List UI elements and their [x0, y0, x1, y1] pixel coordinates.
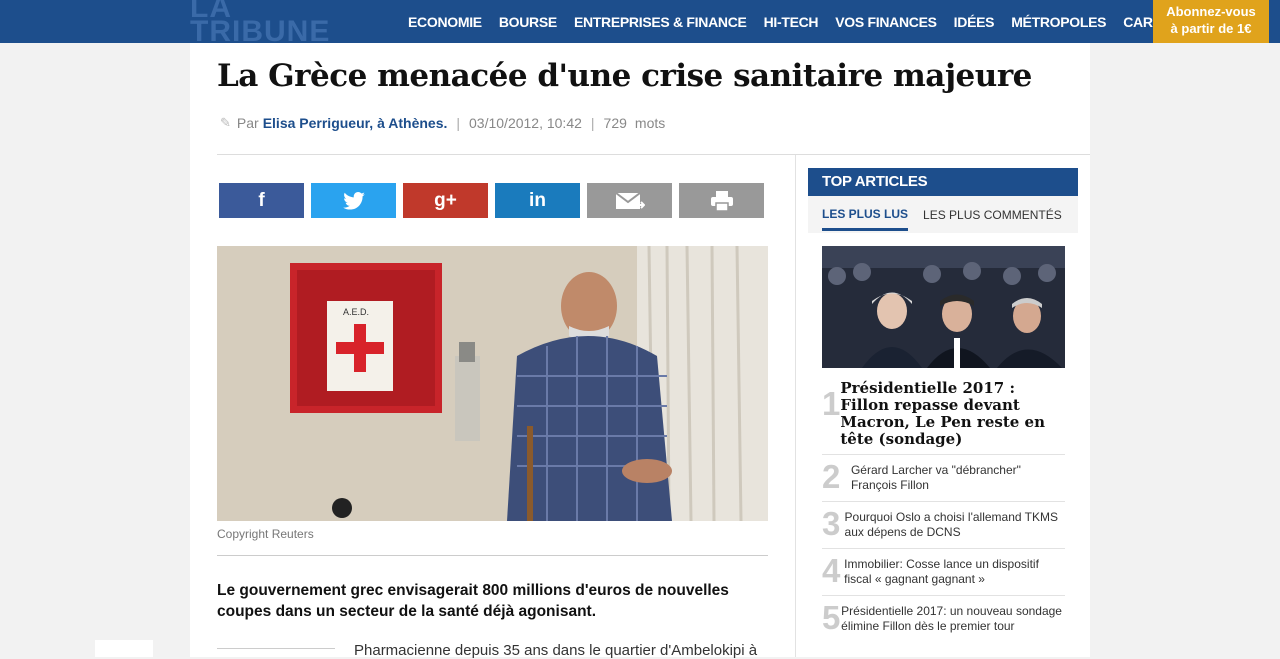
tab-most-read[interactable]: LES PLUS LUS	[822, 199, 909, 231]
pen-icon: ✎	[220, 115, 231, 130]
twitter-share-button[interactable]	[311, 183, 396, 218]
subscribe-line-1: Abonnez-vous	[1166, 4, 1256, 19]
nav-metropoles[interactable]: MÉTROPOLES	[1011, 14, 1106, 30]
byline-separator: |	[590, 115, 595, 131]
sidebar-tabs: LES PLUS LUS LES PLUS COMMENTÉS	[808, 196, 1078, 233]
top-article-item[interactable]: 2 Gérard Larcher va "débrancher" Françoi…	[822, 455, 1065, 502]
top-bar: LA TRIBUNE ECONOMIE BOURSE ENTREPRISES &…	[0, 0, 1280, 43]
rank-number: 3	[822, 505, 841, 542]
linkedin-icon: in	[529, 189, 546, 211]
top-article-item[interactable]: 1 Présidentielle 2017 : Fillon repasse d…	[822, 374, 1065, 455]
rank-number: 1	[822, 385, 841, 422]
aed-label: A.E.D.	[343, 307, 369, 317]
top-article-title[interactable]: Présidentielle 2017 : Fillon repasse dev…	[840, 378, 1065, 448]
print-button[interactable]	[679, 183, 764, 218]
printer-icon	[710, 190, 733, 212]
publish-date: 03/10/2012, 10:42	[469, 115, 582, 131]
top-article-item[interactable]: 5 Présidentielle 2017: un nouveau sondag…	[822, 596, 1065, 642]
top-articles-list: 1 Présidentielle 2017 : Fillon repasse d…	[822, 374, 1065, 642]
article-container: La Grèce menacée d'une crise sanitaire m…	[190, 43, 1090, 659]
top-article-title[interactable]: Présidentielle 2017: un nouveau sondage …	[841, 600, 1065, 636]
word-count: 729	[603, 115, 627, 131]
corner-widget[interactable]	[95, 640, 153, 657]
rank-number: 4	[822, 552, 841, 589]
column-divider	[795, 155, 796, 657]
article-title: La Grèce menacée d'une crise sanitaire m…	[217, 58, 1032, 94]
rank-number: 2	[822, 458, 841, 495]
email-icon	[614, 191, 645, 209]
top-article-photo[interactable]	[822, 246, 1065, 368]
top-article-title[interactable]: Pourquoi Oslo a choisi l'allemand TKMS a…	[845, 506, 1065, 542]
nav-idees[interactable]: IDÉES	[954, 14, 995, 30]
divider	[217, 648, 335, 649]
share-bar: f g+ in	[219, 183, 771, 218]
byline-prefix: Par	[236, 115, 259, 131]
google-plus-icon: g+	[434, 189, 457, 211]
rank-number: 5	[822, 599, 841, 636]
nav-hi-tech[interactable]: HI-TECH	[764, 14, 819, 30]
article-photo: A.E.D.	[217, 246, 768, 521]
linkedin-share-button[interactable]: in	[495, 183, 580, 218]
divider	[217, 154, 1090, 155]
top-articles-sidebar: TOP ARTICLES LES PLUS LUS LES PLUS COMME…	[808, 168, 1078, 636]
top-article-title[interactable]: Gérard Larcher va "débrancher" François …	[851, 459, 1065, 495]
main-nav: ECONOMIE BOURSE ENTREPRISES & FINANCE HI…	[408, 0, 1220, 43]
nav-entreprises-finance[interactable]: ENTREPRISES & FINANCE	[574, 14, 747, 30]
article-body: Pharmacienne depuis 35 ans dans le quart…	[354, 642, 758, 659]
article-lead: Le gouvernement grec envisagerait 800 mi…	[217, 582, 729, 620]
site-logo[interactable]: LA TRIBUNE	[190, 0, 355, 43]
byline: ✎ Par Elisa Perrigueur, à Athènes. | 03/…	[220, 115, 665, 131]
sidebar-heading: TOP ARTICLES	[808, 168, 1078, 196]
subscribe-button[interactable]: Abonnez-vous à partir de 1€	[1153, 0, 1269, 43]
word-count-label: mots	[634, 115, 666, 131]
top-article-title[interactable]: Immobilier: Cosse lance un dispositif fi…	[844, 553, 1065, 589]
top-article-item[interactable]: 4 Immobilier: Cosse lance un dispositif …	[822, 549, 1065, 596]
nav-vos-finances[interactable]: VOS FINANCES	[835, 14, 937, 30]
photo-caption: Copyright Reuters	[217, 527, 314, 541]
nav-bourse[interactable]: BOURSE	[499, 14, 557, 30]
facebook-share-button[interactable]: f	[219, 183, 304, 218]
top-article-item[interactable]: 3 Pourquoi Oslo a choisi l'allemand TKMS…	[822, 502, 1065, 549]
subscribe-line-2: à partir de 1€	[1170, 21, 1252, 36]
byline-separator: |	[456, 115, 461, 131]
google-plus-share-button[interactable]: g+	[403, 183, 488, 218]
divider	[217, 555, 768, 556]
author-link[interactable]: Elisa Perrigueur, à Athènes.	[263, 115, 448, 131]
facebook-icon: f	[258, 189, 265, 211]
email-share-button[interactable]	[587, 183, 672, 218]
twitter-icon	[342, 191, 365, 210]
nav-economie[interactable]: ECONOMIE	[408, 14, 482, 30]
tab-most-commented[interactable]: LES PLUS COMMENTÉS	[923, 200, 1062, 229]
